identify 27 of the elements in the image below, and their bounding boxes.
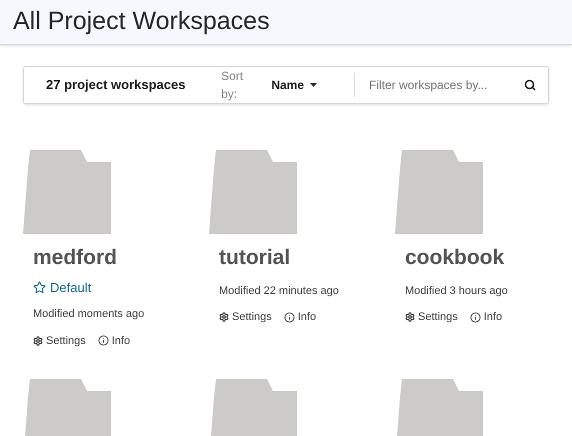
search-icon bbox=[524, 79, 536, 91]
workspace-name[interactable]: tutorial bbox=[219, 242, 395, 274]
workspace-name[interactable]: cookbook bbox=[405, 242, 572, 274]
info-link[interactable]: Info bbox=[284, 309, 316, 326]
modified-text: Modified 22 minutes ago bbox=[219, 284, 340, 298]
settings-link[interactable]: Settings bbox=[219, 309, 272, 326]
gear-icon bbox=[33, 336, 43, 346]
page-title: All Project Workspaces bbox=[13, 6, 270, 38]
star-icon bbox=[33, 280, 46, 294]
gear-icon bbox=[219, 312, 229, 322]
info-link[interactable]: Info bbox=[98, 332, 130, 349]
settings-link[interactable]: Settings bbox=[405, 309, 458, 326]
info-link[interactable]: Info bbox=[470, 309, 502, 326]
info-icon bbox=[470, 312, 481, 323]
caret-icon bbox=[310, 83, 317, 87]
info-icon bbox=[284, 312, 295, 323]
settings-link[interactable]: Settings bbox=[33, 332, 86, 349]
info-icon bbox=[98, 335, 109, 346]
modified-text: Modified 3 hours ago bbox=[405, 284, 509, 298]
workspace-name[interactable]: medford bbox=[33, 242, 209, 274]
modified-text: Modified moments ago bbox=[33, 307, 146, 322]
workspace-count: 27 project workspaces bbox=[46, 76, 186, 94]
filter-field[interactable]: Filter workspaces by... bbox=[369, 76, 548, 94]
gear-icon bbox=[405, 312, 415, 322]
sort-label: Sort by: bbox=[221, 68, 244, 103]
default-link[interactable]: Default bbox=[33, 278, 92, 297]
sort-dropdown[interactable]: Name bbox=[271, 76, 317, 94]
